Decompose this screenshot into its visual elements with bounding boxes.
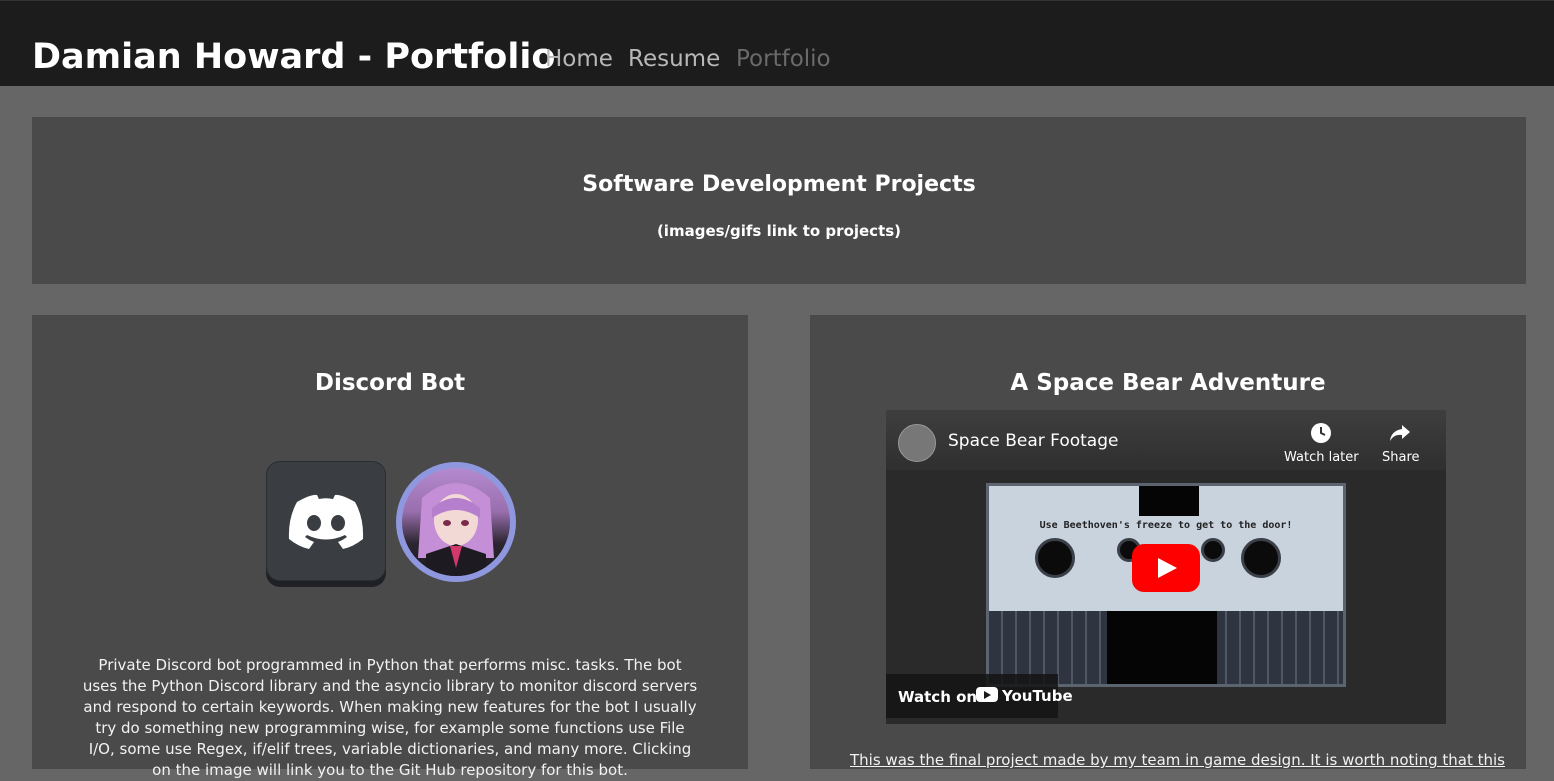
project-card-discord-bot: Discord Bot Private Discord bot programm…: [32, 315, 748, 779]
youtube-wordmark: YouTube: [1002, 687, 1073, 705]
youtube-logo-icon: [976, 687, 998, 702]
channel-avatar[interactable]: [898, 424, 936, 462]
porthole: [1035, 538, 1075, 578]
thumbnail-pit: [1107, 611, 1217, 684]
nav-link-portfolio[interactable]: Portfolio: [736, 46, 831, 72]
clock-icon[interactable]: [1310, 422, 1332, 449]
section-title: Software Development Projects: [582, 172, 976, 197]
thumbnail-caption: Use Beethoven's freeze to get to the doo…: [1039, 520, 1293, 531]
video-title[interactable]: Space Bear Footage: [948, 431, 1118, 451]
play-icon: [1158, 558, 1177, 578]
discord-logo-icon[interactable]: [266, 461, 386, 581]
navbar: Damian Howard - Portfolio Home Resume Po…: [0, 0, 1554, 86]
avatar-image: [402, 468, 510, 576]
nav-link-home[interactable]: Home: [545, 46, 613, 72]
watch-on-label: Watch on: [898, 688, 978, 706]
share-icon[interactable]: [1389, 424, 1411, 447]
share-button[interactable]: Share: [1382, 450, 1420, 465]
card-description: Private Discord bot programmed in Python…: [82, 656, 698, 779]
project-card-space-bear: A Space Bear Adventure Space Bear Footag…: [810, 315, 1526, 769]
youtube-embed[interactable]: Space Bear Footage Watch later Share Use…: [886, 410, 1446, 724]
watch-on-youtube-button[interactable]: Watch on YouTube: [886, 674, 1073, 718]
play-button[interactable]: [1132, 544, 1200, 592]
card-description-link[interactable]: This was the final project made by my te…: [850, 751, 1505, 769]
section-subtitle: (images/gifs link to projects): [656, 222, 902, 240]
brand-title[interactable]: Damian Howard - Portfolio: [32, 37, 555, 77]
porthole: [1241, 538, 1281, 578]
nav-link-resume[interactable]: Resume: [628, 46, 720, 72]
card-title: A Space Bear Adventure: [1010, 370, 1326, 396]
card-title: Discord Bot: [314, 370, 466, 396]
thumbnail-ceiling: [1139, 486, 1199, 516]
watch-later-button[interactable]: Watch later: [1284, 450, 1359, 465]
porthole: [1201, 538, 1225, 562]
section-header: Software Development Projects (images/gi…: [32, 117, 1526, 284]
bot-avatar[interactable]: [396, 462, 516, 582]
